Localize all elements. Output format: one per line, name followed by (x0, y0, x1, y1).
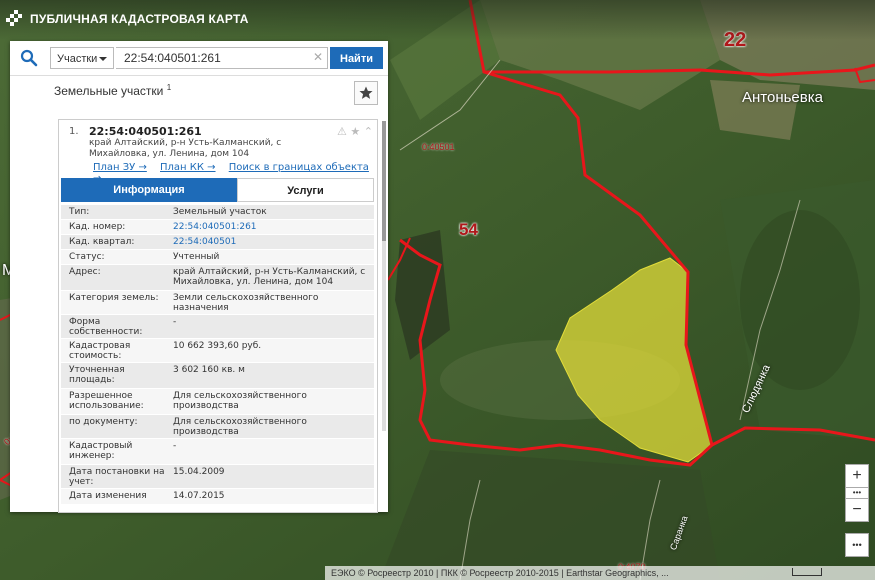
star-outline-icon[interactable]: ★ (350, 125, 360, 138)
search-type-select[interactable]: Участки (50, 47, 114, 69)
prop-row: по документу: Для сельскохозяйственного п… (61, 415, 374, 439)
prop-value[interactable]: 22:54:040501 (173, 237, 371, 247)
more-tools-button[interactable]: ••• (845, 533, 869, 557)
prop-key: Статус: (69, 252, 105, 262)
app-title: ПУБЛИЧНАЯ КАДАСТРОВАЯ КАРТА (30, 12, 249, 26)
result-address: край Алтайский, р-н Усть-Калманский, с М… (89, 138, 282, 159)
prop-row: Форма собственности: - (61, 315, 374, 339)
prop-key: Разрешенное использование: (69, 391, 144, 411)
prop-value: - (173, 441, 177, 451)
place-label-antonyevka: Антоньевка (742, 89, 823, 106)
prop-value: Для сельскохозяйственного производства (173, 391, 307, 411)
prop-value[interactable]: 22:54:040501:261 (173, 222, 371, 232)
prop-value: 10 662 393,60 руб. (173, 341, 262, 351)
prop-row: Кадастровая стоимость: 10 662 393,60 руб. (61, 339, 374, 363)
warning-icon[interactable]: ⚠ (337, 125, 347, 138)
prop-row: Разрешенное использование: Для сельскохоз… (61, 389, 374, 415)
scrollbar-thumb[interactable] (382, 121, 386, 241)
result-card[interactable]: 1. 22:54:040501:261 край Алтайский, р-н … (58, 119, 378, 513)
prop-key: Адрес: (69, 267, 101, 277)
prop-key: Кад. номер: (69, 222, 126, 232)
card-tabs: Информация Услуги (61, 178, 374, 202)
prop-key: Категория земель: (69, 293, 159, 303)
prop-key: Дата постановки на учет: (69, 467, 165, 487)
prop-key: Дата изменения (69, 491, 147, 501)
prop-key: по документу: (69, 417, 138, 427)
prop-key: Кадастровый инженер: (69, 441, 133, 461)
chevron-down-icon (99, 57, 107, 61)
quarter-label-040501: 0:40501 (422, 142, 455, 152)
prop-row: Кад. квартал: 22:54:040501 (61, 235, 374, 250)
tab-info[interactable]: Информация (61, 178, 237, 202)
search-input[interactable] (116, 47, 328, 69)
prop-value: 14.07.2015 (173, 491, 225, 501)
prop-value: Учтенный (173, 252, 220, 262)
result-cad-number[interactable]: 22:54:040501:261 (89, 125, 202, 138)
favorites-button[interactable] (354, 81, 378, 105)
result-index: 1. (69, 126, 79, 137)
zoom-in-button[interactable]: + (845, 464, 869, 488)
prop-row: Кад. номер: 22:54:040501:261 (61, 220, 374, 235)
prop-value: Земельный участок (173, 207, 267, 217)
clear-icon[interactable]: ✕ (313, 51, 323, 63)
search-type-label: Участки (57, 53, 98, 65)
search-panel: Участки ✕ Найти Земельные участки 1 1. 2… (10, 41, 388, 513)
prop-value: 3 602 160 кв. м (173, 365, 245, 375)
scale-bar (792, 568, 822, 576)
search-row: Участки ✕ Найти (10, 41, 388, 76)
find-button[interactable]: Найти (330, 47, 383, 69)
prop-row: Адрес: край Алтайский, р-н Усть-Калмански… (61, 265, 374, 291)
zoom-out-button[interactable]: − (845, 498, 869, 522)
logo-icon (6, 10, 22, 26)
prop-row: Дата изменения 14.07.2015 (61, 489, 374, 505)
prop-value: Для сельскохозяйственного производства (173, 417, 307, 437)
prop-row: Категория земель: Земли сельскохозяйствен… (61, 291, 374, 315)
star-icon (359, 86, 373, 99)
prop-row: Уточненная площадь: 3 602 160 кв. м (61, 363, 374, 389)
top-bar: ПУБЛИЧНАЯ КАДАСТРОВАЯ КАРТА (0, 0, 875, 40)
prop-key: Форма собственности: (69, 317, 143, 337)
tab-services[interactable]: Услуги (237, 178, 374, 202)
collapse-icon[interactable]: ⌃ (364, 125, 373, 138)
prop-row: Дата постановки на учет: 15.04.2009 (61, 465, 374, 489)
card-actions: ⚠ ★ ⌃ (337, 125, 373, 138)
prop-value: край Алтайский, р-н Усть-Калманский, с М… (173, 267, 366, 287)
prop-row: Тип: Земельный участок (61, 205, 374, 220)
zone-label-54: 54 (459, 220, 478, 239)
prop-key: Кад. квартал: (69, 237, 135, 247)
prop-row: Статус: Учтенный (61, 250, 374, 265)
search-icon[interactable] (20, 49, 38, 67)
prop-key: Тип: (69, 207, 90, 217)
results-title-text: Земельные участки (54, 84, 164, 98)
prop-row: Кадастровый инженер: - (61, 439, 374, 465)
prop-key: Уточненная площадь: (69, 365, 125, 385)
property-table: Тип: Земельный участок Кад. номер: 22:54:0… (61, 205, 374, 505)
link-plan-zu[interactable]: План ЗУ → (93, 162, 147, 173)
prop-value: - (173, 317, 177, 327)
results-count: 1 (166, 83, 172, 92)
prop-value: Земли сельскохозяйственного назначения (173, 293, 319, 313)
results-title: Земельные участки 1 (54, 83, 171, 98)
prop-value: 15.04.2009 (173, 467, 225, 477)
prop-key: Кадастровая стоимость: (69, 341, 131, 361)
link-plan-kk[interactable]: План КК → (160, 162, 216, 173)
